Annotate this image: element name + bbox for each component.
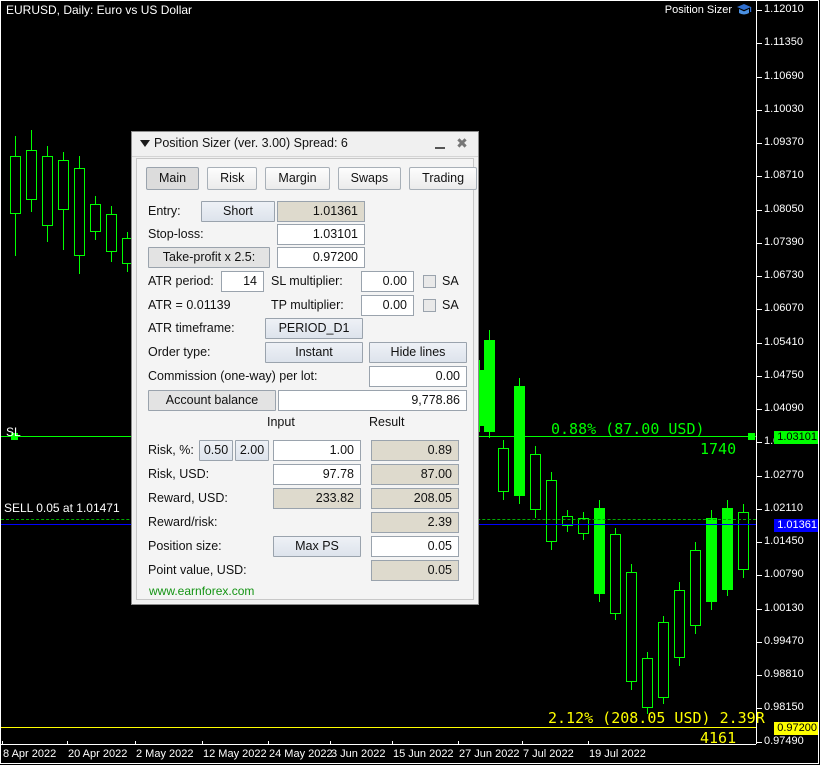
risk-usd-input[interactable]: 97.78 [273,464,361,485]
position-sizer-icon [736,3,752,17]
position-size-label: Position size: [148,539,222,553]
panel-title: Position Sizer (ver. 3.00) Spread: 6 [154,136,348,150]
sl-multiplier-label: SL multiplier: [271,274,343,288]
tp-sa-checkbox[interactable] [423,299,436,312]
account-balance-button[interactable]: Account balance [148,390,276,411]
tab-trading[interactable]: Trading [409,167,478,190]
order-type-button[interactable]: Instant [265,342,363,363]
point-value-label: Point value, USD: [148,563,247,577]
account-balance-field[interactable]: 9,778.86 [278,390,467,411]
tab-main[interactable]: Main [146,167,200,190]
risk-percent-result: 0.89 [371,440,459,461]
tab-risk[interactable]: Risk [207,167,258,190]
commission-label: Commission (one-way) per lot: [148,369,318,383]
stop-loss-label: Stop-loss: [148,227,204,241]
sl-sa-checkbox[interactable] [423,275,436,288]
risk-percent-input[interactable]: 1.00 [273,440,361,461]
stop-loss-field[interactable]: 1.03101 [277,224,365,245]
point-value-result: 0.05 [371,560,459,581]
atr-value-label: ATR = 0.01139 [148,298,231,312]
position-sizer-panel[interactable]: Position Sizer (ver. 3.00) Spread: 6 ✖ M… [131,131,479,605]
position-sizer-taskbar-button[interactable]: Position Sizer [663,2,754,18]
sl-sa-label: SA [442,274,459,288]
atr-period-field[interactable]: 14 [221,271,264,292]
result-column-header: Result [369,415,405,429]
tab-swaps[interactable]: Swaps [337,167,402,190]
take-profit-field[interactable]: 0.97200 [277,247,365,268]
reward-risk-result: 2.39 [371,512,459,533]
risk-preset-2.00-button[interactable]: 2.00 [235,440,269,461]
atr-period-label: ATR period: [148,274,214,288]
tp-multiplier-label: TP multiplier: [271,298,344,312]
atr-timeframe-button[interactable]: PERIOD_D1 [265,318,363,339]
risk-usd-result: 87.00 [371,464,459,485]
taskbar-label: Position Sizer [664,4,732,16]
panel-body: Main Risk Margin Swaps Trading Entry: Sh… [136,158,478,600]
reward-usd-result: 208.05 [371,488,459,509]
chart-title: EURUSD, Daily: Euro vs US Dollar [6,3,193,17]
entry-price-field[interactable]: 1.01361 [277,201,365,222]
risk-usd-label: Risk, USD: [148,467,210,481]
position-size-result[interactable]: 0.05 [371,536,459,557]
minimize-button[interactable] [432,136,448,152]
panel-tabs: Main Risk Margin Swaps Trading [146,167,478,190]
hide-lines-button[interactable]: Hide lines [369,342,467,363]
reward-usd-label: Reward, USD: [148,491,228,505]
entry-label: Entry: [148,204,181,218]
panel-titlebar[interactable]: Position Sizer (ver. 3.00) Spread: 6 ✖ [132,132,478,157]
tp-sa-label: SA [442,298,459,312]
tab-margin[interactable]: Margin [265,167,330,190]
atr-timeframe-label: ATR timeframe: [148,321,235,335]
entry-direction-button[interactable]: Short [201,201,275,222]
reward-risk-label: Reward/risk: [148,515,218,529]
take-profit-button[interactable]: Take-profit x 2.5: [148,247,270,268]
commission-field[interactable]: 0.00 [369,366,467,387]
close-icon[interactable]: ✖ [454,135,470,151]
sl-multiplier-field[interactable]: 0.00 [361,271,414,292]
reward-usd-input: 233.82 [273,488,361,509]
max-ps-button[interactable]: Max PS [273,536,361,557]
order-type-label: Order type: [148,345,211,359]
tp-multiplier-field[interactable]: 0.00 [361,295,414,316]
triangle-down-icon[interactable] [140,140,150,147]
earnforex-link[interactable]: www.earnforex.com [149,584,254,598]
input-column-header: Input [267,415,295,429]
risk-percent-label: Risk, %: [148,443,194,457]
metatrader-chart-window: SL SELL 0.05 at 1.01471 0.88% (87.00 USD… [0,0,820,765]
risk-preset-0.50-button[interactable]: 0.50 [199,440,233,461]
